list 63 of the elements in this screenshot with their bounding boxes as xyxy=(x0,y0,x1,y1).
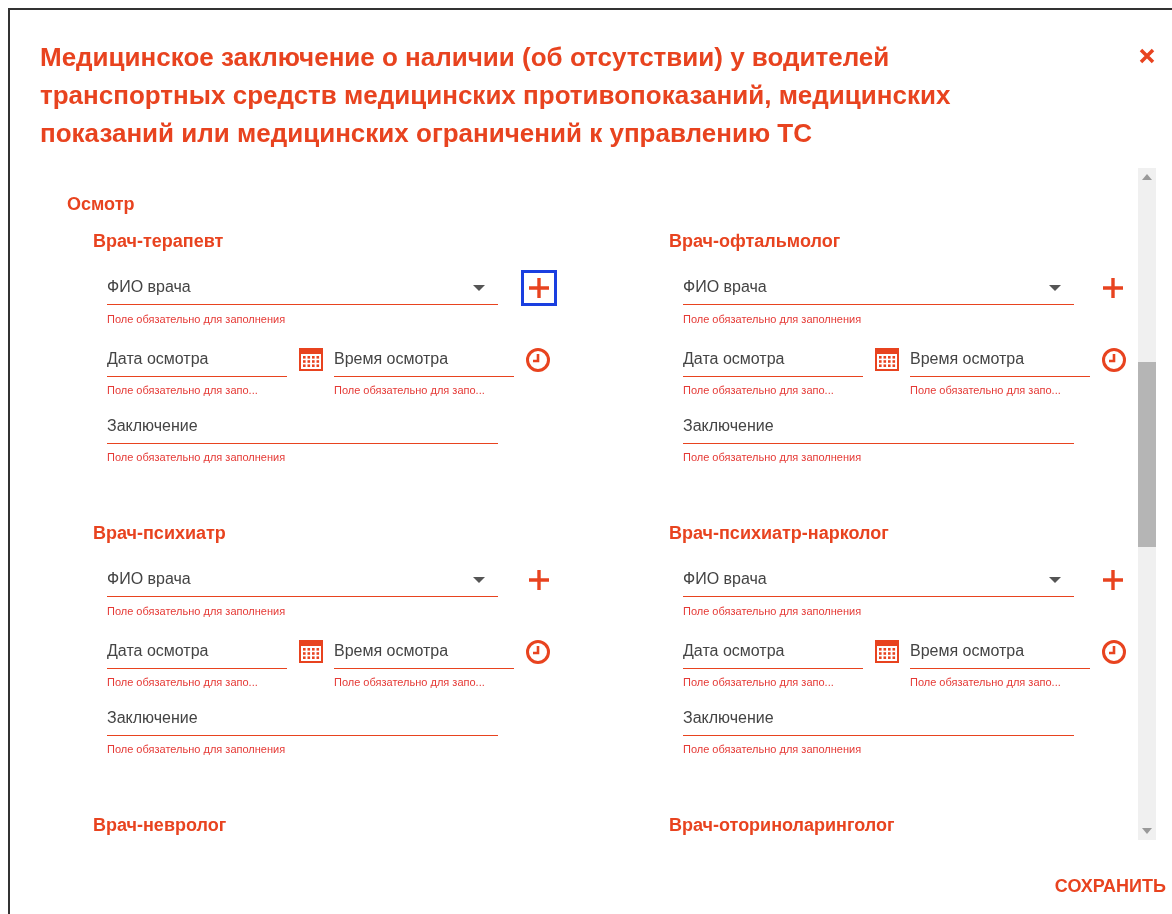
doctor-heading: Врач-психиатр xyxy=(93,522,227,544)
caret-icon xyxy=(1049,284,1061,291)
doctor-select[interactable]: ФИО врача xyxy=(683,271,1074,305)
clock-button[interactable] xyxy=(1101,639,1127,665)
date-input[interactable]: Дата осмотра xyxy=(107,344,287,377)
conclusion-input[interactable]: Заключение xyxy=(683,703,1074,736)
doctor-heading: Врач-терапевт xyxy=(93,230,225,252)
error-message: Поле обязательно для запо... xyxy=(334,675,486,689)
date-input[interactable]: Дата осмотра xyxy=(107,636,287,669)
clock-button[interactable] xyxy=(1101,347,1127,373)
doctor-heading: Врач-оториноларинголог xyxy=(669,814,896,836)
date-input[interactable]: Дата осмотра xyxy=(683,344,863,377)
error-message: Поле обязательно для запо... xyxy=(683,675,835,689)
calendar-button[interactable] xyxy=(874,346,900,372)
calendar-button[interactable] xyxy=(298,638,324,664)
save-button[interactable]: СОХРАНИТЬ xyxy=(1054,872,1166,901)
caret-icon xyxy=(473,284,485,291)
error-message: Поле обязательно для запо... xyxy=(683,383,835,397)
close-button[interactable] xyxy=(1138,47,1156,65)
error-message: Поле обязательно для запо... xyxy=(910,675,1062,689)
calendar-button[interactable] xyxy=(298,346,324,372)
add-button[interactable] xyxy=(521,270,557,306)
time-input[interactable]: Время осмотра xyxy=(910,636,1090,669)
clock-button[interactable] xyxy=(525,347,551,373)
dialog-title: Медицинское заключение о наличии (об отсутствии) у водителей транспортных средств медицинских противопоказаний, медицинских показаний или медицинских ограничений к управлению ТС xyxy=(40,41,952,150)
plus-icon xyxy=(1102,569,1124,591)
doctor-heading: Врач-психиатр-нарколог xyxy=(669,522,890,544)
error-message: Поле обязательно для запо... xyxy=(910,383,1062,397)
conclusion-input[interactable]: Заключение xyxy=(683,411,1074,444)
doctor-select[interactable]: ФИО врача xyxy=(107,271,498,305)
scroll-thumb[interactable] xyxy=(1138,362,1156,547)
plus-icon xyxy=(528,569,550,591)
doctor-heading: Врач-невролог xyxy=(93,814,228,836)
conclusion-input[interactable]: Заключение xyxy=(107,411,498,444)
error-message: Поле обязательно для запо... xyxy=(107,675,259,689)
calendar-button[interactable] xyxy=(874,638,900,664)
time-input[interactable]: Время осмотра xyxy=(334,344,514,377)
error-message: Поле обязательно для заполнения xyxy=(683,312,863,326)
error-message: Поле обязательно для заполнения xyxy=(107,604,287,618)
doctor-heading: Врач-офтальмолог xyxy=(669,230,842,252)
scroll-up-icon[interactable] xyxy=(1142,174,1152,180)
doctor-select[interactable]: ФИО врача xyxy=(107,563,498,597)
error-message: Поле обязательно для заполнения xyxy=(683,450,863,464)
time-input[interactable]: Время осмотра xyxy=(334,636,514,669)
error-message: Поле обязательно для заполнения xyxy=(107,450,287,464)
doctor-select[interactable]: ФИО врача xyxy=(683,563,1074,597)
caret-icon xyxy=(1049,576,1061,583)
error-message: Поле обязательно для запо... xyxy=(107,383,259,397)
scroll-down-icon[interactable] xyxy=(1142,828,1152,834)
error-message: Поле обязательно для заполнения xyxy=(683,742,863,756)
time-input[interactable]: Время осмотра xyxy=(910,344,1090,377)
date-input[interactable]: Дата осмотра xyxy=(683,636,863,669)
plus-icon xyxy=(528,277,550,299)
plus-icon xyxy=(1102,277,1124,299)
conclusion-input[interactable]: Заключение xyxy=(107,703,498,736)
clock-button[interactable] xyxy=(525,639,551,665)
error-message: Поле обязательно для запо... xyxy=(334,383,486,397)
error-message: Поле обязательно для заполнения xyxy=(107,742,287,756)
error-message: Поле обязательно для заполнения xyxy=(107,312,287,326)
section-title: Осмотр xyxy=(67,193,136,215)
scrollbar[interactable] xyxy=(1138,168,1156,840)
error-message: Поле обязательно для заполнения xyxy=(683,604,863,618)
caret-icon xyxy=(473,576,485,583)
